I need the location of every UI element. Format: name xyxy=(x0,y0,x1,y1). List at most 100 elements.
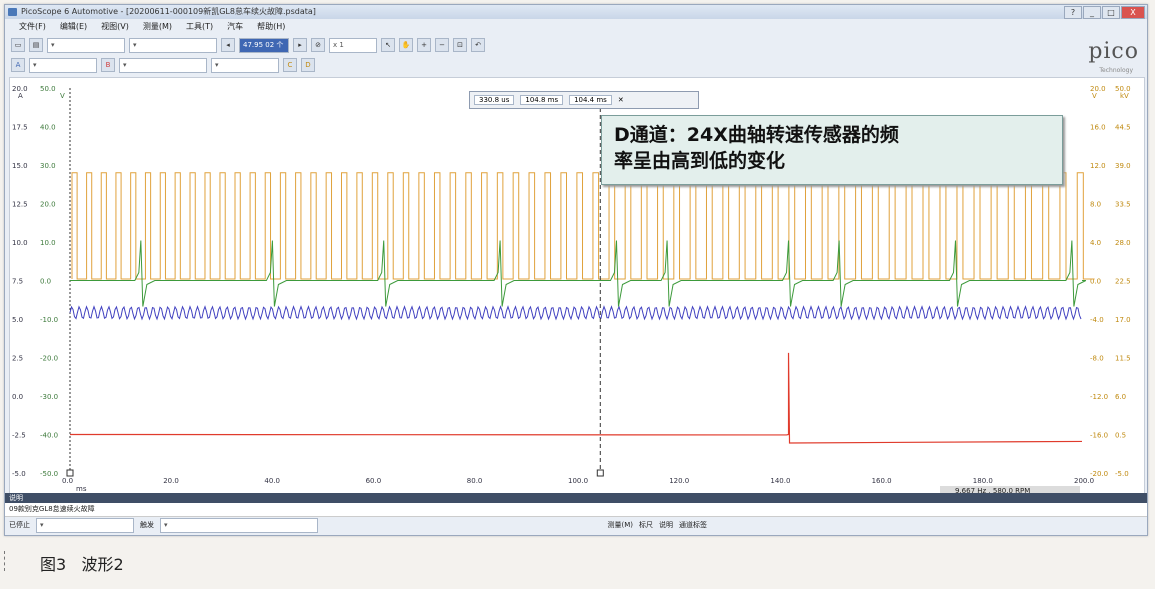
y-tick-a: 5.0 xyxy=(12,316,23,324)
channel-c-square-wave xyxy=(71,172,1095,280)
annotation-box: D通道：24X曲轴转速传感器的频 率呈由高到低的变化 xyxy=(601,115,1063,185)
pointer-icon[interactable]: ↖ xyxy=(381,38,395,52)
x-tick: 80.0 xyxy=(467,477,483,485)
y-tick-d: 6.0 xyxy=(1115,393,1126,401)
channel-c-button[interactable]: C xyxy=(283,58,297,72)
channel-d-step-trace xyxy=(69,352,1083,444)
description-text[interactable]: 09款别克GL8怠速续火故障 xyxy=(5,503,1147,517)
y-tick-b: 10.0 xyxy=(40,239,56,247)
zoom-in-icon[interactable]: + xyxy=(417,38,431,52)
y-tick-a: 0.0 xyxy=(12,393,23,401)
y-tick-d: 28.0 xyxy=(1115,239,1131,247)
ruler-t1: 104.8 ms xyxy=(520,95,564,105)
y-tick-d: 11.5 xyxy=(1115,355,1131,363)
menu-edit[interactable]: 编辑(E) xyxy=(60,20,87,33)
y-tick-b: -20.0 xyxy=(40,355,58,363)
menu-tools[interactable]: 工具(T) xyxy=(186,20,213,33)
y-tick-d: 17.0 xyxy=(1115,316,1131,324)
maximize-button[interactable]: □ xyxy=(1102,6,1120,19)
status-bar: 已停止 ▾ 触发 ▾ 测量(M) 标尺 说明 通道标签 xyxy=(5,517,1147,533)
app-icon xyxy=(8,8,17,16)
timebase-select[interactable]: ▾ xyxy=(129,37,217,53)
channel-a-button[interactable]: A xyxy=(11,58,25,72)
y-tick-a: 12.5 xyxy=(12,201,28,209)
time-ruler-handle xyxy=(596,469,604,477)
y-tick-d: 22.5 xyxy=(1115,278,1131,286)
x-tick: 160.0 xyxy=(872,477,892,485)
minimize-button[interactable]: _ xyxy=(1083,6,1101,19)
collection-select[interactable]: ▾ xyxy=(47,37,125,53)
y-tick-a: 2.5 xyxy=(12,355,23,363)
channel-a-range[interactable]: ▾ xyxy=(29,57,97,73)
channel-b-button[interactable]: B xyxy=(101,58,115,72)
channel-labels-button[interactable]: 通道标签 xyxy=(679,520,707,530)
ruler-delta: 330.8 us xyxy=(474,95,515,105)
trigger-select[interactable]: ▾ xyxy=(160,517,318,533)
menu-auto[interactable]: 汽车 xyxy=(227,20,243,33)
y-tick-d: -5.0 xyxy=(1115,470,1129,478)
axis-unit-b: V xyxy=(60,92,65,100)
ruler-legend[interactable]: 330.8 us 104.8 ms 104.4 ms ✕ xyxy=(469,91,699,109)
y-tick-c: -4.0 xyxy=(1090,316,1104,324)
save-icon[interactable]: ▤ xyxy=(29,38,43,52)
caption-title: 波形2 xyxy=(81,555,124,574)
window-controls: ? _ □ X xyxy=(1064,6,1145,19)
app-window: PicoScope 6 Automotive - [20200611-00010… xyxy=(4,4,1148,536)
next-buffer-icon[interactable]: ▸ xyxy=(293,38,307,52)
trigger-mode-select[interactable]: ▾ xyxy=(36,517,134,533)
zoom-field[interactable]: x 1 xyxy=(329,37,377,53)
y-tick-d: 0.5 xyxy=(1115,432,1126,440)
description-header: 说明 xyxy=(5,493,1147,503)
caption-figure-number: 图3 xyxy=(40,555,67,574)
ruler-t2: 104.4 ms xyxy=(569,95,612,105)
x-tick: 200.0 xyxy=(1074,477,1094,485)
ruler-button[interactable]: 标尺 xyxy=(639,520,653,530)
menu-measure[interactable]: 测量(M) xyxy=(143,20,172,33)
open-icon[interactable]: ▭ xyxy=(11,38,25,52)
menu-file[interactable]: 文件(F) xyxy=(19,20,46,33)
y-tick-c: 16.0 xyxy=(1090,124,1106,132)
title-bar: PicoScope 6 Automotive - [20200611-00010… xyxy=(5,5,1147,19)
y-tick-b: -10.0 xyxy=(40,316,58,324)
x-tick: 20.0 xyxy=(163,477,179,485)
zoom-fit-icon[interactable]: ⊡ xyxy=(453,38,467,52)
y-tick-b: 40.0 xyxy=(40,124,56,132)
menu-help[interactable]: 帮助(H) xyxy=(257,20,285,33)
trigger-label: 触发 xyxy=(140,521,154,529)
y-tick-b: 20.0 xyxy=(40,201,56,209)
measure-button[interactable]: 测量(M) xyxy=(607,520,633,530)
main-toolbar: ▭ ▤ ▾ ▾ ◂ 47.95 02 个 ▸ ⊘ x 1 ↖ ✋ + − ⊡ ↶ xyxy=(5,35,1147,55)
close-icon[interactable]: ✕ xyxy=(618,96,624,104)
y-tick-d: 44.5 xyxy=(1115,124,1131,132)
notes-button[interactable]: 说明 xyxy=(659,520,673,530)
y-tick-d: 33.5 xyxy=(1115,201,1131,209)
menu-bar: 文件(F) 编辑(E) 视图(V) 测量(M) 工具(T) 汽车 帮助(H) xyxy=(5,20,1147,33)
hand-icon[interactable]: ✋ xyxy=(399,38,413,52)
y-tick-b: 50.0 xyxy=(40,85,56,93)
status-stopped[interactable]: 已停止 xyxy=(9,520,30,530)
axis-unit-c: V xyxy=(1092,92,1097,100)
zoom-out-icon[interactable]: − xyxy=(435,38,449,52)
trigger-icon[interactable]: ⊘ xyxy=(311,38,325,52)
x-tick: 140.0 xyxy=(770,477,790,485)
help-button[interactable]: ? xyxy=(1064,6,1082,19)
channel-b-range[interactable]: ▾ xyxy=(119,57,207,73)
y-tick-d: 39.0 xyxy=(1115,162,1131,170)
x-tick: 0.0 xyxy=(62,477,73,485)
timebase-field[interactable]: 47.95 02 个 xyxy=(239,37,289,53)
y-tick-b: -50.0 xyxy=(40,470,58,478)
y-tick-c: 12.0 xyxy=(1090,162,1106,170)
menu-view[interactable]: 视图(V) xyxy=(101,20,129,33)
channel-b-coupling[interactable]: ▾ xyxy=(211,57,279,73)
origin-ruler-handle xyxy=(66,469,74,477)
prev-buffer-icon[interactable]: ◂ xyxy=(221,38,235,52)
channel-d-button[interactable]: D xyxy=(301,58,315,72)
y-tick-b: 0.0 xyxy=(40,278,51,286)
close-button[interactable]: X xyxy=(1121,6,1145,19)
y-tick-b: -40.0 xyxy=(40,432,58,440)
y-tick-b: 30.0 xyxy=(40,162,56,170)
y-tick-c: 4.0 xyxy=(1090,239,1101,247)
undo-zoom-icon[interactable]: ↶ xyxy=(471,38,485,52)
axis-unit-d: kV xyxy=(1120,92,1129,100)
y-tick-a: 15.0 xyxy=(12,162,28,170)
